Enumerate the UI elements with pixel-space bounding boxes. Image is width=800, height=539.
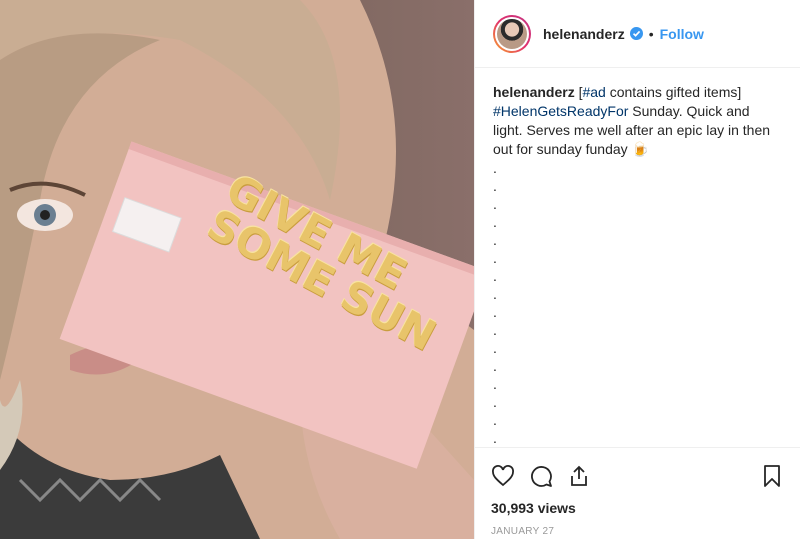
caption-dot-line: . (493, 340, 497, 356)
instagram-post: GIVE ME SOME SUN helenanderz • Follow he… (0, 0, 800, 539)
caption-dot-line: . (493, 394, 497, 410)
share-button[interactable] (567, 464, 591, 488)
post-header: helenanderz • Follow (475, 0, 800, 68)
hashtag-ad-link[interactable]: #ad (582, 84, 605, 100)
caption-dot-line: . (493, 214, 497, 230)
caption-username[interactable]: helenanderz (493, 84, 575, 100)
caption-dot-line: . (493, 178, 497, 194)
action-bar: 30,993 views JANUARY 27 (475, 447, 800, 537)
view-count[interactable]: 30,993 views (491, 500, 784, 516)
caption-dot-line: . (493, 250, 497, 266)
caption-dot-line: . (493, 268, 497, 284)
caption-dot-line: . (493, 160, 497, 176)
save-button[interactable] (760, 464, 784, 488)
hashtag-helengetsreadyfor-link[interactable]: #HelenGetsReadyFor (493, 103, 628, 119)
verified-badge-icon (629, 27, 643, 40)
caption-dot-line: . (493, 430, 497, 446)
like-button[interactable] (491, 464, 515, 488)
comment-icon (531, 466, 552, 487)
caption-dot-line: . (493, 304, 497, 320)
header-username[interactable]: helenanderz (543, 26, 625, 42)
separator-dot: • (648, 25, 654, 42)
caption-dot-line: . (493, 376, 497, 392)
caption-dot-line: . (493, 412, 497, 428)
post-sidebar: helenanderz • Follow helenanderz [#ad co… (474, 0, 800, 539)
post-date[interactable]: JANUARY 27 (491, 526, 784, 537)
caption-dot-line: . (493, 358, 497, 374)
follow-button[interactable]: Follow (660, 26, 704, 42)
caption-dot-line: . (493, 322, 497, 338)
caption-dot-line: . (493, 232, 497, 248)
bookmark-icon (764, 465, 780, 487)
comment-button[interactable] (529, 464, 553, 488)
caption-dot-line: . (493, 286, 497, 302)
caption-dots: ................ (475, 159, 800, 447)
post-image[interactable]: GIVE ME SOME SUN (0, 0, 474, 539)
caption-dot-line: . (493, 196, 497, 212)
caption-text-2: contains gifted items] (605, 84, 742, 100)
share-icon (571, 465, 587, 486)
avatar[interactable] (493, 14, 531, 53)
heart-icon (492, 465, 514, 487)
caption: helenanderz [#ad contains gifted items] … (475, 68, 800, 159)
